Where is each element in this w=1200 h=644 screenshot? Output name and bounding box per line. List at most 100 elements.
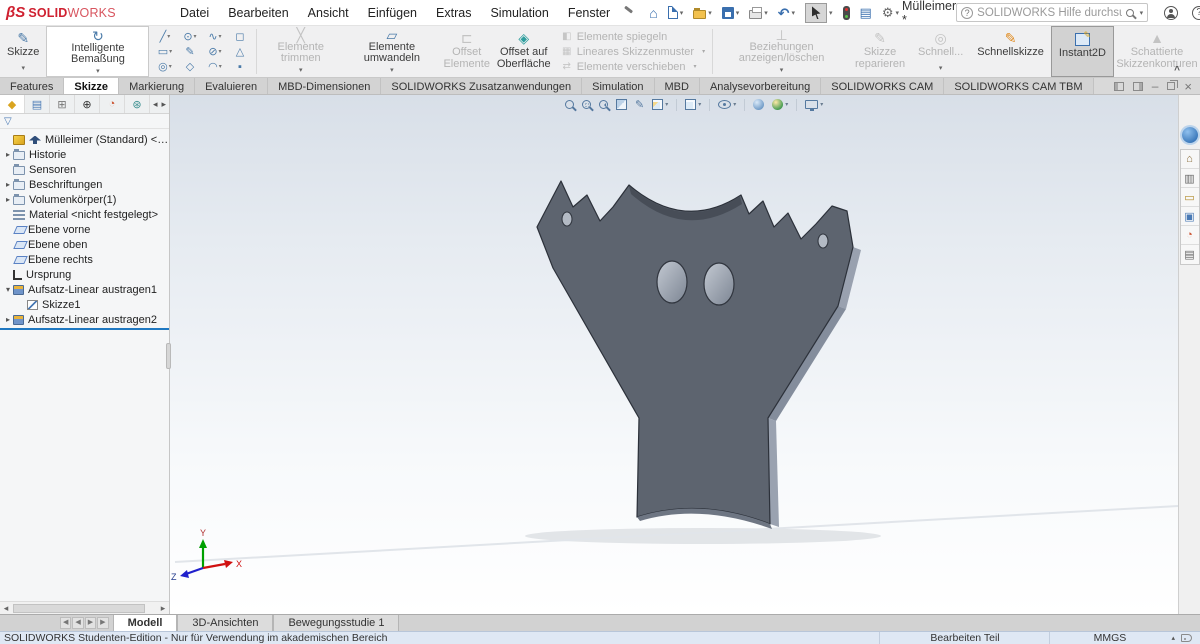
next-tab-button[interactable]: ▶: [85, 617, 96, 629]
home-button[interactable]: ⌂: [646, 4, 660, 22]
file-properties-button[interactable]: ▤: [857, 3, 875, 23]
taskpane-home-icon[interactable]: ⌂: [1181, 150, 1199, 169]
featuremanager-tab[interactable]: ◆: [0, 95, 25, 113]
rectangle-tool-button[interactable]: ▭▾: [152, 44, 177, 59]
prev-tab-button[interactable]: ◀: [72, 617, 83, 629]
view-palette-icon[interactable]: ▣: [1181, 207, 1199, 226]
menu-item-bearbeiten[interactable]: Bearbeiten: [228, 6, 288, 20]
first-tab-button[interactable]: ◀: [60, 617, 71, 629]
appearances-scenes-icon[interactable]: ◔: [1181, 226, 1199, 245]
expander-icon[interactable]: ▸: [3, 150, 13, 159]
dock-right-icon[interactable]: [1133, 82, 1143, 91]
file-explorer-icon[interactable]: ▭: [1181, 188, 1199, 207]
expander-icon[interactable]: ▸: [3, 180, 13, 189]
panel-horizontal-scrollbar[interactable]: ◂ ▸: [0, 601, 169, 614]
tab-evaluieren[interactable]: Evaluieren: [195, 78, 268, 94]
units-caret-icon[interactable]: ▴: [1171, 634, 1175, 642]
tree-item-ebene-vorne[interactable]: Ebene vorne: [0, 222, 169, 237]
ribbon-collapse-button[interactable]: ^: [1174, 65, 1180, 76]
offset-on-surface-button[interactable]: ◈ Offset auf Oberfläche: [493, 26, 555, 77]
polygon2-tool-button[interactable]: ◇: [177, 59, 202, 74]
dock-left-icon[interactable]: [1114, 82, 1124, 91]
surface-tool-button[interactable]: ◻: [227, 29, 252, 44]
circle-tool-button[interactable]: ⊙▾: [177, 29, 202, 44]
zoom-fit-button[interactable]: [565, 100, 574, 109]
select-tool-button[interactable]: ▾: [802, 1, 836, 25]
view-orientation-button[interactable]: ▾: [685, 99, 701, 110]
doc-close-button[interactable]: ×: [1184, 81, 1192, 92]
3d-views-tab[interactable]: 3D-Ansichten: [177, 615, 273, 631]
apply-scene-button[interactable]: ▾: [772, 99, 788, 110]
expander-icon[interactable]: ▸: [3, 315, 13, 324]
tree-item-ebene-rechts[interactable]: Ebene rechts: [0, 252, 169, 267]
options-button[interactable]: ⚙▾: [879, 3, 902, 23]
spline-tool-button[interactable]: ∿▾: [202, 29, 227, 44]
polygon-tool-button[interactable]: △: [227, 44, 252, 59]
tab-analysevorbereitung[interactable]: Analysevorbereitung: [700, 78, 821, 94]
hide-show-items-button[interactable]: ▾: [718, 100, 736, 109]
doc-minimize-button[interactable]: –: [1152, 82, 1159, 91]
mirror-entities-button[interactable]: ◧Elemente spiegeln: [561, 31, 705, 43]
tree-item-skizze1[interactable]: Skizze1: [0, 297, 169, 312]
help-search-box[interactable]: ? ▾: [956, 3, 1148, 22]
previous-view-button[interactable]: [599, 100, 608, 109]
displaymanager-tab[interactable]: ◔: [100, 95, 125, 113]
search-caret-icon[interactable]: ▾: [1140, 9, 1144, 17]
tree-item-historie[interactable]: ▸ Historie: [0, 147, 169, 162]
convert-entities-button[interactable]: ▱ Elemente umwandeln ▾: [343, 26, 441, 77]
line-tool-button[interactable]: ╱▾: [152, 29, 177, 44]
display-delete-relations-button[interactable]: ⊥ Beziehungen anzeigen/löschen ▾: [714, 26, 849, 77]
scroll-right-icon[interactable]: ▸: [161, 99, 166, 110]
part-hole-right[interactable]: [704, 263, 734, 305]
tab-features[interactable]: Features: [0, 78, 64, 94]
open-button[interactable]: ▾: [690, 5, 715, 21]
save-button[interactable]: ▾: [719, 5, 743, 21]
shaded-sketch-contours-button[interactable]: ▲ Schattierte Skizzenkonturen: [1114, 26, 1200, 77]
fillet-tool-button[interactable]: ◠▾: [202, 59, 227, 74]
solidworks-resources-icon[interactable]: [1182, 127, 1198, 143]
rapid-sketch-button[interactable]: ✎ Schnellskizze: [970, 26, 1051, 77]
menu-item-einfuegen[interactable]: Einfügen: [368, 6, 417, 20]
help-search-input[interactable]: [977, 7, 1121, 19]
wing-hole-left[interactable]: [562, 212, 572, 226]
dimxpertmanager-tab[interactable]: ⊕: [75, 95, 100, 113]
menu-item-datei[interactable]: Datei: [180, 6, 209, 20]
tree-item-beschriftungen[interactable]: ▸ Beschriftungen: [0, 177, 169, 192]
repair-sketch-button[interactable]: ✎ Skizze reparieren: [849, 26, 911, 77]
smart-dimension-button[interactable]: ↻ Intelligente Bemaßung ▾: [46, 26, 149, 77]
tree-item-sensoren[interactable]: Sensoren: [0, 162, 169, 177]
model-tab[interactable]: Modell: [113, 615, 178, 631]
tree-item-austragen1[interactable]: ▾ Aufsatz-Linear austragen1: [0, 282, 169, 297]
units-selector[interactable]: MMGS: [1049, 632, 1169, 644]
tab-zusatzanwendungen[interactable]: SOLIDWORKS Zusatzanwendungen: [381, 78, 582, 94]
expander-icon[interactable]: ▾: [3, 285, 13, 294]
menu-item-extras[interactable]: Extras: [436, 6, 471, 20]
point-tool-button[interactable]: ▪: [227, 59, 252, 74]
freehand-tool-button[interactable]: ✎: [177, 44, 202, 59]
tab-solidworks-cam-tbm[interactable]: SOLIDWORKS CAM TBM: [944, 78, 1093, 94]
tab-mbd-dimensionen[interactable]: MBD-Dimensionen: [268, 78, 381, 94]
zoom-area-button[interactable]: [582, 100, 591, 109]
menu-item-ansicht[interactable]: Ansicht: [308, 6, 349, 20]
tree-root-item[interactable]: Mülleimer (Standard) <<Standard...: [0, 132, 169, 147]
tab-markierung[interactable]: Markierung: [119, 78, 195, 94]
scroll-left-button[interactable]: ◂: [0, 603, 12, 614]
rollback-bar[interactable]: [0, 328, 169, 330]
new-document-button[interactable]: ▾: [665, 4, 687, 21]
account-icon[interactable]: [1164, 6, 1178, 20]
tab-mbd[interactable]: MBD: [655, 78, 700, 94]
doc-restore-button[interactable]: [1167, 82, 1175, 90]
propertymanager-tab[interactable]: ▤: [25, 95, 50, 113]
sketch-annotation-button[interactable]: ✎: [635, 98, 644, 111]
section-view-button[interactable]: [616, 99, 627, 110]
tree-item-ebene-oben[interactable]: Ebene oben: [0, 237, 169, 252]
tags-icon[interactable]: [1181, 634, 1192, 642]
menu-item-simulation[interactable]: Simulation: [490, 6, 548, 20]
rebuild-button[interactable]: [840, 4, 853, 22]
tree-item-austragen2[interactable]: ▸ Aufsatz-Linear austragen2: [0, 312, 169, 327]
3d-viewport[interactable]: Y X Z ✎ ▾ ▾ ▾ ▾ ▾: [0, 95, 1200, 614]
menu-item-fenster[interactable]: Fenster: [568, 6, 610, 20]
part-model[interactable]: [537, 181, 861, 529]
viewport-canvas[interactable]: Y X Z: [0, 95, 1200, 614]
panel-splitter-handle[interactable]: [166, 343, 171, 369]
